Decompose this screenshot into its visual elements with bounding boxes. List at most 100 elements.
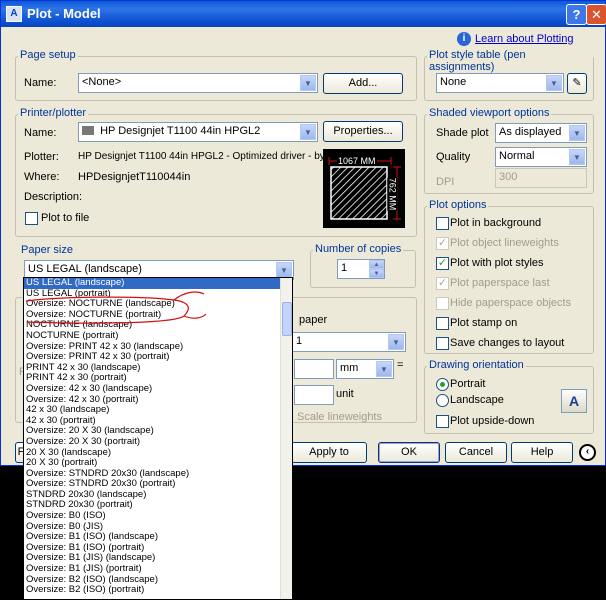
title-bar[interactable]: A Plot - Model ? ✕ [1, 1, 606, 27]
paper-size-option[interactable]: US LEGAL (landscape) [24, 278, 292, 289]
quality-label: Quality [436, 151, 471, 163]
plot-to-file-label: Plot to file [41, 212, 90, 224]
chevron-down-icon[interactable]: ▼ [376, 361, 392, 377]
close-button[interactable]: ✕ [586, 4, 606, 25]
paper-size-option[interactable]: Oversize: 42 x 30 (landscape) [24, 383, 292, 395]
quality-select[interactable]: Normal ▼ [495, 147, 587, 167]
save-changes-label: Save changes to layout [450, 337, 565, 349]
edit-plot-style-button[interactable]: ✎ [567, 73, 587, 94]
chevron-down-icon[interactable]: ▼ [546, 75, 562, 91]
description-label: Description: [24, 191, 83, 203]
learn-about-plotting-link[interactable]: Learn about Plotting [475, 33, 573, 45]
scale-lineweights-label: Scale lineweights [297, 411, 382, 423]
unit-label: unit [336, 388, 354, 400]
plot-paperspace-last-label: Plot paperspace last [450, 277, 550, 289]
scale-inches-input[interactable] [294, 359, 334, 379]
chevron-down-icon[interactable]: ▼ [388, 334, 404, 350]
copies-label: Number of copies [313, 243, 404, 255]
shaded-viewport-label: Shaded viewport options [427, 107, 552, 119]
drawing-orientation-label: Drawing orientation [427, 359, 526, 371]
cancel-button[interactable]: Cancel [445, 442, 507, 463]
fit-to-paper-label: paper [299, 314, 328, 326]
plot-style-table-label: Plot style table (pen assignments) [427, 49, 593, 73]
chevron-down-icon[interactable]: ▼ [300, 124, 316, 140]
dpi-label: DPI [436, 176, 455, 188]
page-setup-label: Page setup [18, 49, 78, 61]
portrait-label: Portrait [450, 378, 486, 390]
printer-plotter-label: Printer/plotter [18, 107, 89, 119]
plot-object-lineweights-label: Plot object lineweights [450, 237, 559, 249]
paper-size-value: US LEGAL (landscape) [28, 263, 142, 275]
printer-icon [82, 126, 94, 135]
paper-size-dropdown-list[interactable]: US LEGAL (landscape) US LEGAL (portrait) O… [23, 277, 293, 600]
copies-up-icon[interactable]: ▲ [369, 260, 384, 269]
apply-to-layout-button[interactable]: Apply to Layout [291, 442, 367, 477]
plot-stamp-on-checkbox[interactable] [436, 317, 449, 330]
portrait-radio[interactable] [436, 378, 449, 391]
add-page-setup-button[interactable]: Add... [323, 73, 403, 94]
orientation-preview-icon: A [561, 389, 587, 413]
page-setup-name-value: <None> [82, 76, 122, 88]
plot-in-background-label: Plot in background [450, 217, 542, 229]
paper-preview: 1067 MM 762 MM [323, 149, 405, 228]
plot-paperspace-last-checkbox[interactable]: ✓ [436, 277, 449, 290]
plot-upside-down-checkbox[interactable] [436, 415, 449, 428]
shade-plot-select[interactable]: As displayed ▼ [495, 123, 587, 143]
save-changes-checkbox[interactable] [436, 337, 449, 350]
ok-button[interactable]: OK [378, 442, 440, 463]
paper-size-options: US LEGAL (landscape) US LEGAL (portrait) O… [24, 278, 292, 596]
page-setup-name-label: Name: [24, 77, 57, 89]
printer-name-value: HP Designjet T1100 44in HPGL2 [100, 125, 261, 137]
help-title-button[interactable]: ? [566, 4, 587, 25]
info-icon: i [457, 32, 471, 46]
paper-size-option[interactable]: Oversize: 20 X 30 (portrait) [24, 436, 292, 448]
plotter-label: Plotter: [24, 151, 59, 163]
hide-paperspace-objects-label: Hide paperspace objects [450, 297, 572, 309]
plot-in-background-checkbox[interactable] [436, 217, 449, 230]
shade-plot-label: Shade plot [436, 127, 489, 139]
chevron-down-icon[interactable]: ▼ [300, 75, 316, 91]
scrollbar-thumb[interactable] [282, 302, 292, 336]
plot-style-table-select[interactable]: None ▼ [436, 73, 564, 93]
plot-options-label: Plot options [427, 199, 489, 211]
where-value: HPDesignjetT110044in [78, 171, 191, 183]
plot-style-table-value: None [440, 76, 467, 88]
plot-to-file-checkbox[interactable] [25, 212, 38, 225]
chevron-down-icon[interactable]: ▼ [276, 262, 292, 278]
plot-object-lineweights-checkbox[interactable]: ✓ [436, 237, 449, 250]
scale-select[interactable]: 1 ▼ [292, 332, 406, 352]
shade-plot-value: As displayed [499, 126, 562, 138]
printer-name-select[interactable]: HP Designjet T1100 44in HPGL2 ▼ [78, 122, 318, 142]
scale-unit-select[interactable]: mm ▼ [336, 359, 394, 379]
collapse-options-icon[interactable]: ‹ [579, 444, 596, 461]
paper-size-option[interactable]: NOCTURNE (portrait) [24, 330, 292, 342]
page-setup-name-select[interactable]: <None> ▼ [78, 73, 318, 93]
paper-size-option[interactable]: Oversize: B2 (ISO) (portrait) [24, 585, 292, 596]
window-title: Plot - Model [27, 6, 101, 21]
printer-properties-button[interactable]: Properties... [323, 121, 403, 142]
chevron-down-icon[interactable]: ▼ [569, 125, 585, 141]
autocad-app-icon: A [6, 6, 22, 22]
paper-size-label: Paper size [21, 244, 73, 256]
scale-units-input[interactable] [294, 385, 334, 405]
plot-with-plot-styles-checkbox[interactable]: ✓ [436, 257, 449, 270]
copies-down-icon[interactable]: ▼ [369, 269, 384, 278]
plot-with-plot-styles-label: Plot with plot styles [450, 257, 544, 269]
dpi-input[interactable]: 300 [495, 168, 587, 188]
hide-paperspace-objects-checkbox[interactable] [436, 297, 449, 310]
preview-height-label: 762 MM [387, 177, 398, 211]
plotter-value: HP Designjet T1100 44in HPGL2 - Optimize… [78, 151, 342, 162]
preview-width-label: 1067 MM [337, 156, 377, 166]
pencil-icon: ✎ [572, 77, 582, 89]
dropdown-scrollbar[interactable] [280, 278, 292, 599]
scale-unit-value: mm [340, 362, 359, 374]
chevron-down-icon[interactable]: ▼ [569, 149, 585, 165]
quality-value: Normal [499, 150, 535, 162]
where-label: Where: [24, 171, 60, 183]
equals-sign: = [397, 359, 404, 371]
help-button[interactable]: Help [511, 442, 573, 463]
landscape-radio[interactable] [436, 394, 449, 407]
plot-stamp-on-label: Plot stamp on [450, 317, 518, 329]
printer-name-label: Name: [24, 127, 57, 139]
plot-upside-down-label: Plot upside-down [450, 415, 535, 427]
